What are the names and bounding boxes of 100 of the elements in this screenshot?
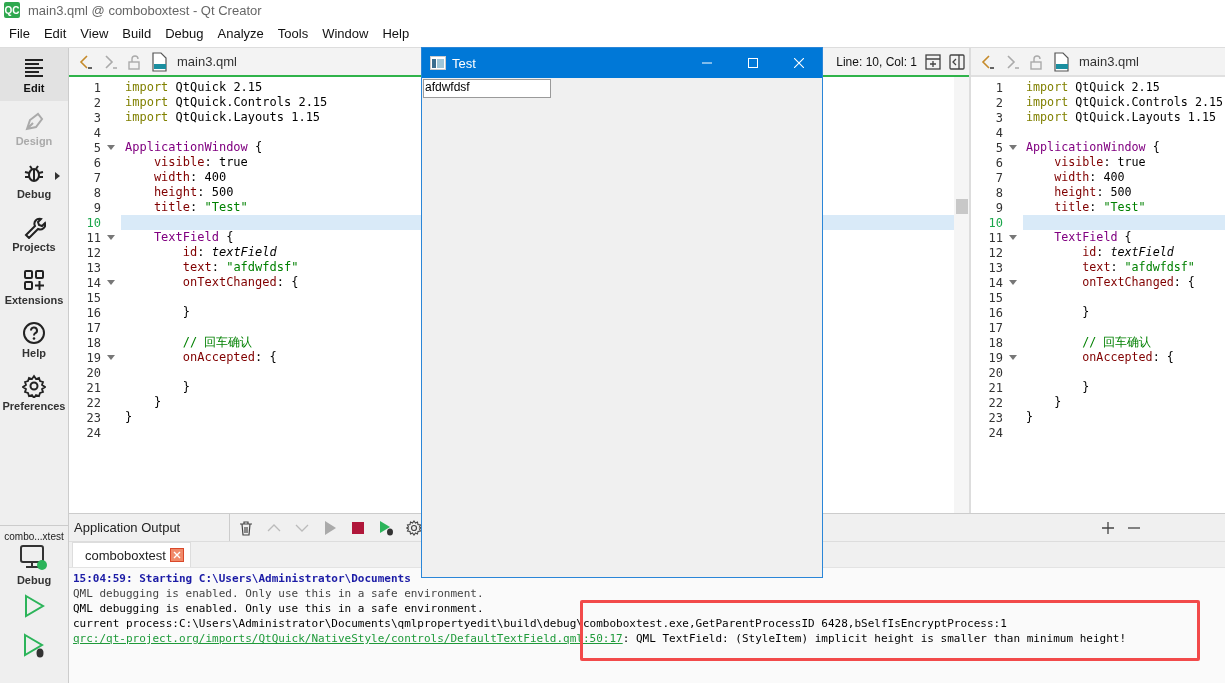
line-number: 18	[987, 335, 1003, 350]
back-icon[interactable]	[79, 53, 93, 70]
line-number: 9	[92, 200, 101, 215]
line-number: 2	[994, 95, 1003, 110]
sidebar-toggle-icon[interactable]	[949, 53, 965, 70]
line-number: 7	[92, 170, 101, 185]
code-line: width: 400	[1054, 170, 1125, 184]
line-number: 16	[987, 305, 1003, 320]
line-number: 2	[92, 95, 101, 110]
code-line: import QtQuick.Controls 2.15	[1026, 95, 1224, 109]
fold-arrow-icon[interactable]	[107, 235, 115, 240]
file-selector[interactable]: main3.qml	[177, 54, 237, 69]
menu-item[interactable]: Analyze	[210, 26, 271, 41]
menu-item[interactable]: View	[73, 26, 116, 41]
back-icon[interactable]	[981, 53, 995, 70]
line-number: 19	[987, 350, 1003, 365]
line-number: 12	[987, 245, 1003, 260]
code-line: title: "Test"	[1054, 200, 1146, 214]
line-number: 13	[987, 260, 1003, 275]
code-line: ApplicationWindow {	[1026, 140, 1160, 154]
line-number: 11	[987, 230, 1003, 245]
mode-button[interactable]: Extensions	[0, 260, 68, 313]
code-line: onTextChanged: {	[1082, 275, 1195, 289]
code-line: width: 400	[153, 170, 227, 184]
app-logo: QC	[4, 2, 20, 18]
code-line: visible: true	[1054, 155, 1146, 169]
fold-arrow-icon[interactable]	[1009, 280, 1017, 285]
menu-item[interactable]: Window	[315, 26, 376, 41]
fold-arrow-icon[interactable]	[1009, 145, 1017, 150]
fold-arrow-icon[interactable]	[1009, 355, 1017, 360]
line-number: 3	[994, 110, 1003, 125]
code-line: import QtQuick 2.15	[1026, 80, 1160, 94]
settings-icon[interactable]	[406, 519, 422, 536]
file-selector[interactable]: main3.qml	[1079, 54, 1139, 69]
line-number: 16	[85, 305, 101, 320]
kit-selector[interactable]: Debug	[16, 544, 52, 586]
menu-item[interactable]: File	[2, 26, 37, 41]
code-line: }	[1082, 305, 1090, 319]
mode-button[interactable]: Projects	[0, 207, 68, 260]
code-line: visible: true	[153, 155, 248, 169]
line-number: 5	[92, 140, 101, 155]
code-line: text: "afdwfdsf"	[182, 260, 299, 274]
line-number: 22	[987, 395, 1003, 410]
fold-arrow-icon[interactable]	[1009, 235, 1017, 240]
menu-item[interactable]: Build	[115, 26, 159, 41]
text-field[interactable]: afdwfdsf	[423, 79, 551, 98]
split-icon[interactable]	[925, 53, 941, 70]
output-line: QML debugging is enabled. Only use this in a safe environment.	[73, 601, 484, 616]
code-line: }	[1082, 380, 1090, 394]
line-number: 14	[85, 275, 101, 290]
window-icon	[430, 56, 446, 70]
mode-button[interactable]: Help	[0, 313, 68, 366]
line-number: 20	[987, 365, 1003, 380]
line-number: 11	[85, 230, 101, 245]
trash-icon[interactable]	[238, 519, 254, 536]
line-number: 18	[85, 335, 101, 350]
code-line: }	[153, 395, 162, 409]
qml-file-icon	[151, 51, 167, 72]
menu-item[interactable]: Help	[375, 26, 417, 41]
mode-button[interactable]: Edit	[0, 48, 68, 101]
pane-title: Application Output	[69, 514, 230, 541]
menu-item[interactable]: Edit	[36, 26, 74, 41]
stop-icon[interactable]	[350, 519, 366, 536]
app-window-title: Test	[452, 55, 476, 71]
maximize-icon[interactable]	[748, 58, 758, 68]
output-tab[interactable]: comboboxtest	[72, 542, 191, 567]
code-line: }	[1054, 395, 1062, 409]
help-icon	[22, 320, 46, 345]
debug-run-icon[interactable]	[22, 633, 46, 659]
code-line: ApplicationWindow {	[125, 140, 263, 154]
code-line: }	[182, 380, 191, 394]
scrollbar[interactable]	[954, 77, 969, 513]
line-number: 9	[994, 200, 1003, 215]
fold-arrow-icon[interactable]	[107, 145, 115, 150]
debug-run-icon[interactable]	[378, 519, 394, 536]
mode-button[interactable]: Debug	[0, 154, 68, 207]
code-line: import QtQuick.Controls 2.15	[125, 95, 328, 109]
code-line: text: "afdwfdsf"	[1082, 260, 1195, 274]
code-line: height: 500	[153, 185, 234, 199]
line-number: 21	[987, 380, 1003, 395]
mode-button[interactable]: Preferences	[0, 366, 68, 419]
menu-item[interactable]: Tools	[270, 26, 316, 41]
menu-item[interactable]: Debug	[158, 26, 211, 41]
line-number: 17	[987, 320, 1003, 335]
run-icon[interactable]	[23, 594, 45, 618]
line-number: 12	[85, 245, 101, 260]
code-line: id: textField	[182, 245, 277, 259]
output-line: 15:04:59: Starting C:\Users\Administrator\Documents	[73, 571, 411, 586]
zoom-in-icon[interactable]	[1101, 520, 1115, 535]
line-number: 17	[85, 320, 101, 335]
code-line: import QtQuick.Layouts 1.15	[1026, 110, 1216, 124]
close-icon[interactable]	[169, 548, 184, 562]
fold-arrow-icon[interactable]	[107, 280, 115, 285]
line-number: 7	[994, 170, 1003, 185]
fold-arrow-icon[interactable]	[107, 355, 115, 360]
code-line: import QtQuick.Layouts 1.15	[125, 110, 321, 124]
line-number: 15	[85, 290, 101, 305]
monitor-icon	[19, 544, 49, 572]
project-label: combo...xtest	[4, 530, 64, 544]
line-number: 24	[987, 425, 1003, 440]
